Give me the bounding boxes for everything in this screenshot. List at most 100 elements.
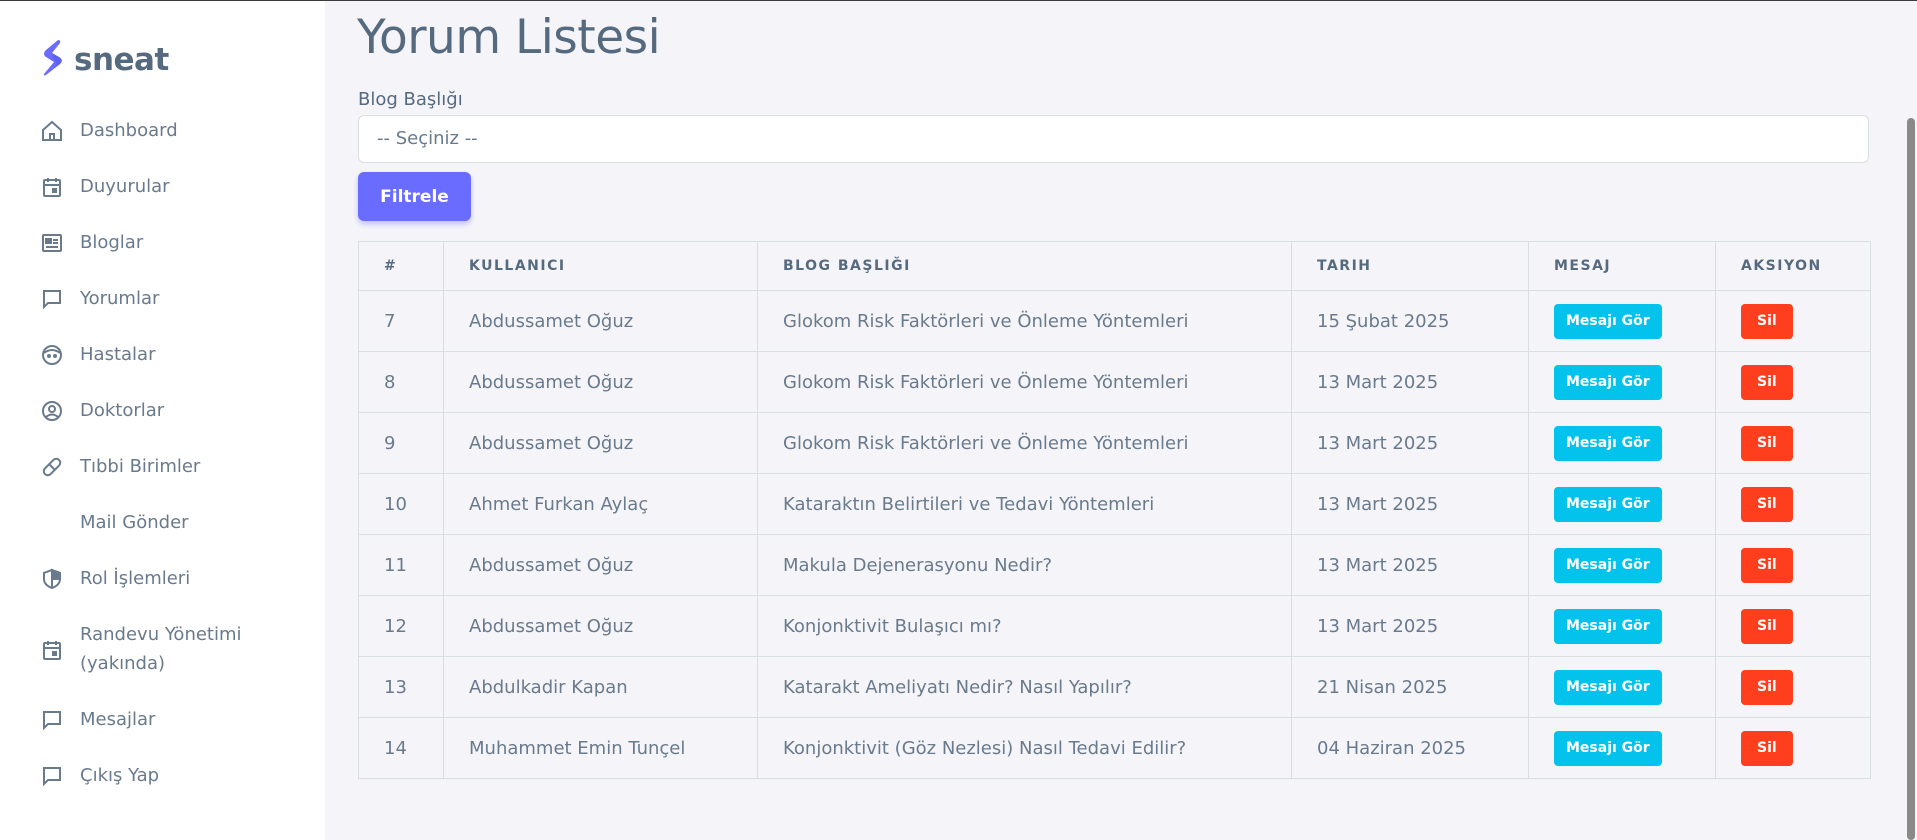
column-header-blog-title[interactable]: BLOG BAŞLIĞI xyxy=(757,241,1292,291)
face-icon xyxy=(40,343,64,367)
table-row: 12 Abdussamet Oğuz Konjonktivit Bulaşıcı m… xyxy=(358,595,1871,657)
cell-date: 04 Haziran 2025 xyxy=(1291,717,1529,779)
cell-action: Sil xyxy=(1715,595,1871,657)
window-top-border xyxy=(0,0,1917,1)
cell-id: 7 xyxy=(358,290,444,352)
sidebar: sneat Dashboard Duyurular Bloglar Yoruml… xyxy=(0,0,325,840)
view-message-button[interactable]: Mesajı Gör xyxy=(1554,364,1662,400)
chat-icon xyxy=(40,708,64,732)
column-header-id[interactable]: # xyxy=(358,241,444,291)
sidebar-item-label: Mesajlar xyxy=(80,709,156,730)
cell-action: Sil xyxy=(1715,290,1871,352)
table-row: 9 Abdussamet Oğuz Glokom Risk Faktörleri v… xyxy=(358,412,1871,474)
chat-icon xyxy=(40,764,64,788)
cell-id: 13 xyxy=(358,656,444,718)
sidebar-item-label: Doktorlar xyxy=(80,400,165,421)
sidebar-item-label: Mail Gönder xyxy=(80,512,189,533)
cell-action: Sil xyxy=(1715,351,1871,413)
cell-message: Mesajı Gör xyxy=(1528,717,1716,779)
cell-blog-title: Katarakt Ameliyatı Nedir? Nasıl Yapılır? xyxy=(757,656,1292,718)
delete-button[interactable]: Sil xyxy=(1741,547,1793,583)
table-row: 14 Muhammet Emin Tunçel Konjonktivit (Göz … xyxy=(358,717,1871,779)
cell-id: 14 xyxy=(358,717,444,779)
cell-message: Mesajı Gör xyxy=(1528,412,1716,474)
column-header-date[interactable]: TARIH xyxy=(1291,241,1529,291)
brand[interactable]: sneat xyxy=(38,38,169,82)
cell-date: 13 Mart 2025 xyxy=(1291,534,1529,596)
calendar-icon xyxy=(40,638,64,662)
cell-user: Muhammet Emin Tunçel xyxy=(443,717,758,779)
table-row: 7 Abdussamet Oğuz Glokom Risk Faktörleri v… xyxy=(358,290,1871,352)
table-row: 11 Abdussamet Oğuz Makula Dejenerasyonu Ne… xyxy=(358,534,1871,596)
blog-title-select[interactable]: -- Seçiniz -- xyxy=(358,115,1869,163)
cell-date: 21 Nisan 2025 xyxy=(1291,656,1529,718)
cell-date: 13 Mart 2025 xyxy=(1291,595,1529,657)
cell-id: 10 xyxy=(358,473,444,535)
cell-blog-title: Kataraktın Belirtileri ve Tedavi Yönteml… xyxy=(757,473,1292,535)
sidebar-item-label-line1: Randevu Yönetimi xyxy=(80,624,242,645)
blog-title-label: Blog Başlığı xyxy=(358,89,463,110)
view-message-button[interactable]: Mesajı Gör xyxy=(1554,669,1662,705)
brand-name: sneat xyxy=(74,42,169,78)
cell-user: Abdulkadir Kapan xyxy=(443,656,758,718)
column-header-action[interactable]: AKSIYON xyxy=(1715,241,1871,291)
delete-button[interactable]: Sil xyxy=(1741,730,1793,766)
cell-action: Sil xyxy=(1715,412,1871,474)
cell-user: Abdussamet Oğuz xyxy=(443,595,758,657)
delete-button[interactable]: Sil xyxy=(1741,364,1793,400)
view-message-button[interactable]: Mesajı Gör xyxy=(1554,608,1662,644)
cell-user: Abdussamet Oğuz xyxy=(443,351,758,413)
chat-icon xyxy=(40,287,64,311)
sneat-logo-icon xyxy=(38,38,66,82)
cell-message: Mesajı Gör xyxy=(1528,290,1716,352)
delete-button[interactable]: Sil xyxy=(1741,669,1793,705)
cell-date: 13 Mart 2025 xyxy=(1291,351,1529,413)
view-message-button[interactable]: Mesajı Gör xyxy=(1554,425,1662,461)
cell-id: 8 xyxy=(358,351,444,413)
cell-message: Mesajı Gör xyxy=(1528,351,1716,413)
comments-table: # KULLANICI BLOG BAŞLIĞI TARIH MESAJ AKS… xyxy=(358,241,1871,779)
table-row: 10 Ahmet Furkan Aylaç Kataraktın Belirtile… xyxy=(358,473,1871,535)
cell-user: Ahmet Furkan Aylaç xyxy=(443,473,758,535)
cell-message: Mesajı Gör xyxy=(1528,473,1716,535)
delete-button[interactable]: Sil xyxy=(1741,425,1793,461)
cell-blog-title: Glokom Risk Faktörleri ve Önleme Yönteml… xyxy=(757,351,1292,413)
sidebar-item-label: Tıbbi Birimler xyxy=(80,456,201,477)
view-message-button[interactable]: Mesajı Gör xyxy=(1554,486,1662,522)
vertical-scrollbar[interactable] xyxy=(1900,0,1917,840)
filter-button[interactable]: Filtrele xyxy=(358,172,471,221)
sidebar-item-label: Hastalar xyxy=(80,344,156,365)
page-title: Yorum Listesi xyxy=(357,10,661,65)
cell-action: Sil xyxy=(1715,656,1871,718)
delete-button[interactable]: Sil xyxy=(1741,303,1793,339)
column-header-user[interactable]: KULLANICI xyxy=(443,241,758,291)
sidebar-item-label-line2: (yakında) xyxy=(80,653,166,674)
view-message-button[interactable]: Mesajı Gör xyxy=(1554,303,1662,339)
cell-action: Sil xyxy=(1715,534,1871,596)
calendar-icon xyxy=(40,175,64,199)
home-icon xyxy=(40,119,64,143)
cell-blog-title: Glokom Risk Faktörleri ve Önleme Yönteml… xyxy=(757,290,1292,352)
cell-message: Mesajı Gör xyxy=(1528,534,1716,596)
sidebar-item-label: Dashboard xyxy=(80,120,178,141)
delete-button[interactable]: Sil xyxy=(1741,608,1793,644)
shield-icon xyxy=(40,567,64,591)
cell-id: 11 xyxy=(358,534,444,596)
sidebar-item-label: Duyurular xyxy=(80,176,170,197)
cell-message: Mesajı Gör xyxy=(1528,595,1716,657)
user-circle-icon xyxy=(40,399,64,423)
scrollbar-thumb[interactable] xyxy=(1907,118,1915,840)
cell-action: Sil xyxy=(1715,717,1871,779)
cell-user: Abdussamet Oğuz xyxy=(443,412,758,474)
view-message-button[interactable]: Mesajı Gör xyxy=(1554,547,1662,583)
view-message-button[interactable]: Mesajı Gör xyxy=(1554,730,1662,766)
delete-button[interactable]: Sil xyxy=(1741,486,1793,522)
cell-user: Abdussamet Oğuz xyxy=(443,534,758,596)
sidebar-item-label: Çıkış Yap xyxy=(80,765,160,786)
cell-id: 9 xyxy=(358,412,444,474)
sidebar-item-label: Yorumlar xyxy=(80,288,160,309)
sidebar-item-randevu-yonetimi[interactable]: Randevu Yönetimi (yakında) xyxy=(0,620,325,678)
news-icon xyxy=(40,231,64,255)
column-header-message[interactable]: MESAJ xyxy=(1528,241,1716,291)
cell-blog-title: Konjonktivit (Göz Nezlesi) Nasıl Tedavi … xyxy=(757,717,1292,779)
